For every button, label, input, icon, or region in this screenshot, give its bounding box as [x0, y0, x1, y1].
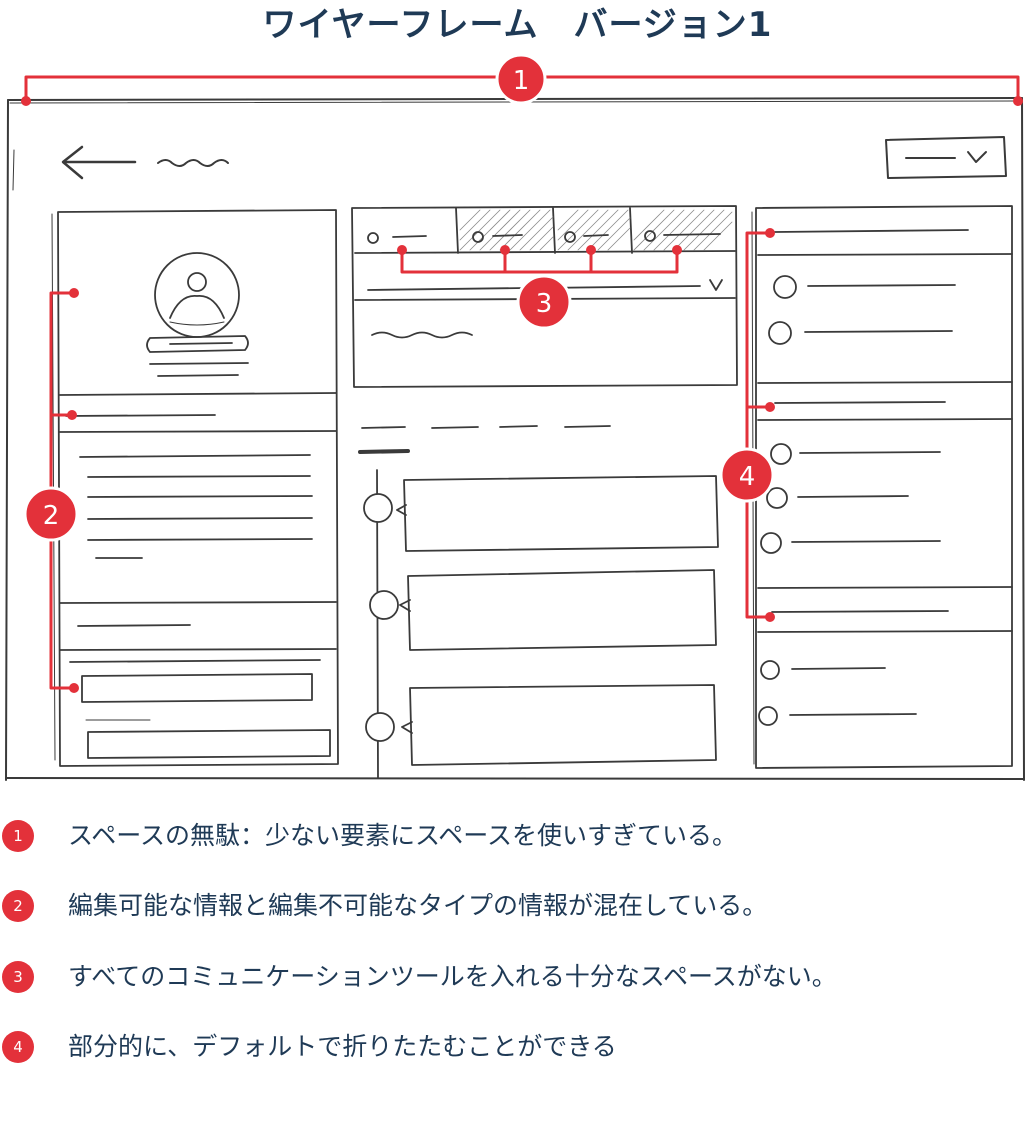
- window-frame: [5, 97, 1025, 781]
- legend-item-2: 2 編集可能な情報と編集不可能なタイプの情報が混在している。: [0, 882, 1035, 930]
- legend-text: 編集可能な情報と編集不可能なタイプの情報が混在している。: [68, 891, 768, 920]
- avatar-icon: [154, 252, 240, 338]
- legend-number: 4: [2, 1031, 34, 1063]
- right-panel: [751, 205, 1013, 769]
- legend-text: スペースの無駄：少ない要素にスペースを使いすぎている。: [68, 821, 738, 850]
- left-panel: [51, 209, 339, 767]
- legend-number: 2: [2, 890, 34, 922]
- annotation-4: [745, 228, 775, 622]
- legend-text: 部分的に、デフォルトで折りたたむことができる: [68, 1032, 617, 1061]
- wireframe-sketch: 1 2 3 4: [5, 53, 1025, 781]
- marker-2: 2: [23, 486, 79, 542]
- legend-item-3: 3 すべてのコミュニケーションツールを入れる十分なスペースがない。: [0, 953, 1035, 1001]
- legend-item-4: 4 部分的に、デフォルトで折りたたむことができる: [0, 1023, 1035, 1071]
- legend-text: すべてのコミュニケーションツールを入れる十分なスペースがない。: [68, 962, 837, 991]
- svg-text:2: 2: [43, 501, 60, 531]
- svg-text:3: 3: [536, 289, 553, 319]
- svg-text:1: 1: [513, 66, 530, 96]
- chevron-down-icon: [967, 151, 987, 163]
- marker-1: 1: [495, 53, 547, 105]
- header-dropdown: [885, 136, 1007, 179]
- back-arrow-icon: [61, 145, 137, 180]
- header-title-scribble: [157, 159, 229, 167]
- legend-number: 3: [2, 961, 34, 993]
- legend-number: 1: [2, 820, 34, 852]
- annotation-3: [397, 245, 682, 274]
- legend-item-1: 1 スペースの無駄：少ない要素にスペースを使いすぎている。: [0, 812, 1035, 860]
- marker-3: 3: [516, 274, 572, 330]
- svg-text:4: 4: [739, 462, 756, 492]
- marker-4: 4: [719, 447, 775, 503]
